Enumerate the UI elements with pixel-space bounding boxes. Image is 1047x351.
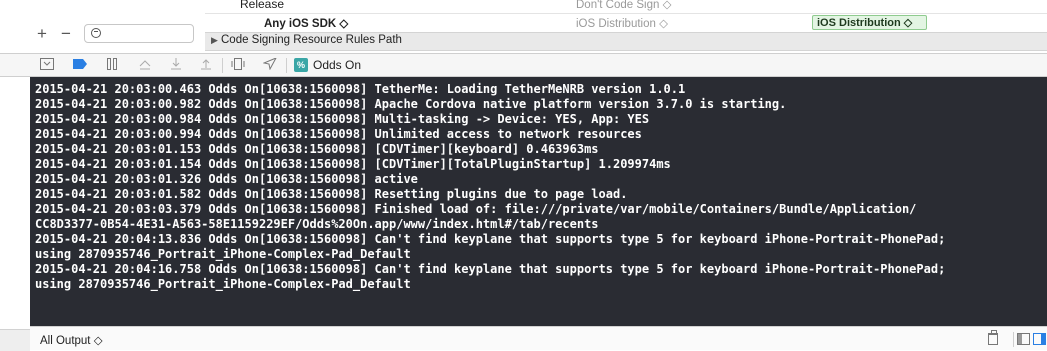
console-line: CC8D3377-0B54-4E31-A563-58E1159229EF/Odd…	[35, 217, 599, 231]
app-target-label[interactable]: Odds On	[313, 58, 361, 72]
debug-toolbar: % Odds On	[0, 53, 1047, 77]
console-line: 2015-04-21 20:04:16.758 Odds On[10638:15…	[35, 262, 946, 276]
output-filter-select[interactable]: All Output ◇	[40, 333, 103, 347]
location-icon[interactable]	[262, 56, 278, 72]
variables-pane-edge	[0, 77, 30, 326]
row-value[interactable]: iOS Distribution ◇	[576, 16, 668, 30]
console-log: 2015-04-21 20:03:00.463 Odds On[10638:15…	[35, 82, 945, 292]
trash-icon[interactable]	[988, 330, 998, 345]
build-settings: Release Don't Code Sign ◇ Any iOS SDK ◇ …	[205, 0, 1047, 53]
toolbar-divider	[286, 58, 287, 73]
step-into-icon[interactable]	[168, 58, 184, 72]
console-line: 2015-04-21 20:03:01.326 Odds On[10638:15…	[35, 172, 418, 186]
step-over-icon[interactable]	[137, 58, 153, 72]
hide-debug-area-icon[interactable]	[39, 58, 55, 72]
console-line: using 2870935746_Portrait_iPhone-Complex…	[35, 277, 411, 291]
console-line: 2015-04-21 20:03:01.154 Odds On[10638:15…	[35, 157, 671, 171]
console-line: 2015-04-21 20:03:00.463 Odds On[10638:15…	[35, 82, 686, 96]
toolbar-divider	[222, 58, 223, 73]
console-output[interactable]: 2015-04-21 20:03:00.463 Odds On[10638:15…	[30, 77, 1047, 326]
pause-icon[interactable]	[104, 58, 120, 72]
console-line: 2015-04-21 20:03:00.984 Odds On[10638:15…	[35, 112, 650, 126]
filter-icon	[91, 28, 101, 38]
console-line: 2015-04-21 20:04:13.836 Odds On[10638:15…	[35, 232, 946, 246]
console-line: using 2870935746_Portrait_iPhone-Complex…	[35, 247, 411, 261]
variables-pane-footer	[0, 329, 30, 351]
row-label: Release	[240, 0, 285, 11]
console-line: 2015-04-21 20:03:01.582 Odds On[10638:15…	[35, 187, 628, 201]
view-hierarchy-icon[interactable]	[230, 58, 246, 72]
add-button[interactable]: +	[37, 25, 47, 42]
row-value[interactable]: Don't Code Sign ◇	[576, 0, 671, 11]
filter-field[interactable]	[84, 24, 194, 43]
show-console-pane-icon[interactable]	[1033, 333, 1046, 345]
breakpoints-toggle-icon[interactable]	[72, 58, 88, 72]
console-line: 2015-04-21 20:03:00.994 Odds On[10638:15…	[35, 127, 642, 141]
console-line: 2015-04-21 20:03:03.379 Odds On[10638:15…	[35, 202, 917, 216]
settings-row-resource-rules[interactable]: ▶ Code Signing Resource Rules Path	[205, 32, 1047, 51]
targets-pane: + −	[0, 0, 206, 53]
resolved-value-badge[interactable]: iOS Distribution ◇	[812, 15, 927, 30]
row-label: Any iOS SDK ◇	[264, 18, 349, 30]
settings-row-release[interactable]: Release Don't Code Sign ◇	[205, 0, 1047, 13]
show-variables-pane-icon[interactable]	[1017, 333, 1030, 345]
console-footer: All Output ◇	[30, 326, 1047, 350]
disclosure-triangle-icon[interactable]: ▶	[211, 35, 218, 46]
console-line: 2015-04-21 20:03:00.982 Odds On[10638:15…	[35, 97, 787, 111]
remove-button[interactable]: −	[61, 25, 71, 42]
console-line: 2015-04-21 20:03:01.153 Odds On[10638:15…	[35, 142, 599, 156]
step-out-icon[interactable]	[198, 58, 214, 72]
row-label: Code Signing Resource Rules Path	[221, 34, 402, 46]
footer-divider	[1013, 332, 1014, 347]
settings-row-any-ios-sdk[interactable]: Any iOS SDK ◇ iOS Distribution ◇ iOS Dis…	[205, 13, 1047, 33]
app-target-icon[interactable]: %	[294, 58, 308, 72]
